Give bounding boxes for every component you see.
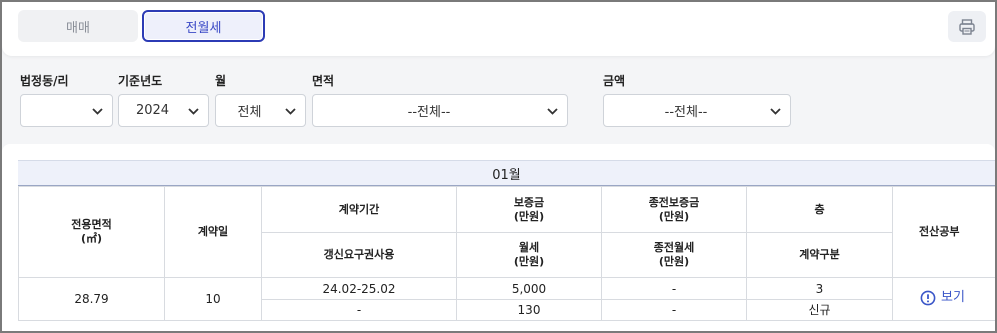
cell-contract-day: 10 — [164, 277, 262, 321]
tab-jeonse-wolse[interactable]: 전월세 — [142, 10, 265, 42]
transactions-table: 전용면적 (㎡) 계약일 계약기간 보증금 (만원) 종전보증금 (만원) 층 … — [18, 186, 995, 321]
print-button[interactable] — [948, 11, 986, 42]
year-label: 기준년도 — [118, 74, 163, 88]
amount-select-value: --전체-- — [664, 105, 708, 120]
header-deposit: 보증금 (만원) — [456, 186, 602, 233]
area-select[interactable]: --전체-- — [312, 94, 568, 127]
month-label: 월 — [215, 74, 227, 88]
cell-prev-monthly-rent: - — [601, 299, 747, 321]
month-select-value: 전체 — [237, 105, 262, 120]
tab-bar: 매매 전월세 — [2, 2, 995, 56]
year-select-value: 2024 — [135, 103, 170, 118]
year-select[interactable]: 2024 — [118, 94, 209, 127]
chevron-down-icon — [285, 108, 296, 115]
cell-prev-deposit: - — [601, 277, 747, 300]
chevron-down-icon — [188, 108, 199, 115]
header-contract-period: 계약기간 — [261, 186, 457, 233]
header-monthly-rent: 월세 (만원) — [456, 232, 602, 278]
view-registry-button[interactable]: 보기 — [920, 290, 965, 306]
header-area: 전용면적 (㎡) — [18, 186, 165, 278]
cell-monthly-rent: 130 — [456, 299, 602, 321]
chevron-down-icon — [770, 108, 781, 115]
district-label: 법정동/리 — [20, 74, 69, 88]
cell-area: 28.79 — [18, 277, 165, 321]
header-contract-type: 계약구분 — [746, 232, 893, 278]
table-row: 28.79 10 24.02-25.02 5,000 - 3 보기 — [18, 277, 995, 321]
amount-select[interactable]: --전체-- — [603, 94, 791, 127]
header-renewal-right: 갱신요구권사용 — [261, 232, 457, 278]
app-frame: 매매 전월세 법정동/리 기준년도 2024 월 전체 면적 --전체-- 금액… — [2, 2, 995, 331]
month-select[interactable]: 전체 — [215, 94, 306, 127]
cell-registry: 보기 — [892, 277, 995, 321]
info-circle-icon — [920, 290, 936, 305]
cell-floor: 3 — [746, 277, 893, 300]
month-header: 01월 — [18, 160, 995, 186]
cell-contract-type: 신규 — [746, 299, 893, 321]
header-registry: 전산공부 — [892, 186, 995, 278]
header-prev-monthly-rent: 종전월세 (만원) — [601, 232, 747, 278]
district-select[interactable] — [20, 94, 113, 127]
cell-renewal-right: - — [261, 299, 457, 321]
tab-trade[interactable]: 매매 — [18, 10, 138, 42]
header-floor: 층 — [746, 186, 893, 233]
header-contract-day: 계약일 — [164, 186, 262, 278]
chevron-down-icon — [547, 108, 558, 115]
view-registry-label: 보기 — [941, 289, 965, 305]
chevron-down-icon — [92, 108, 103, 115]
cell-deposit: 5,000 — [456, 277, 602, 300]
header-prev-deposit: 종전보증금 (만원) — [601, 186, 747, 233]
printer-icon — [959, 18, 975, 35]
amount-label: 금액 — [603, 74, 626, 88]
cell-contract-period: 24.02-25.02 — [261, 277, 457, 300]
area-select-value: --전체-- — [407, 105, 451, 120]
area-label: 면적 — [312, 74, 335, 88]
